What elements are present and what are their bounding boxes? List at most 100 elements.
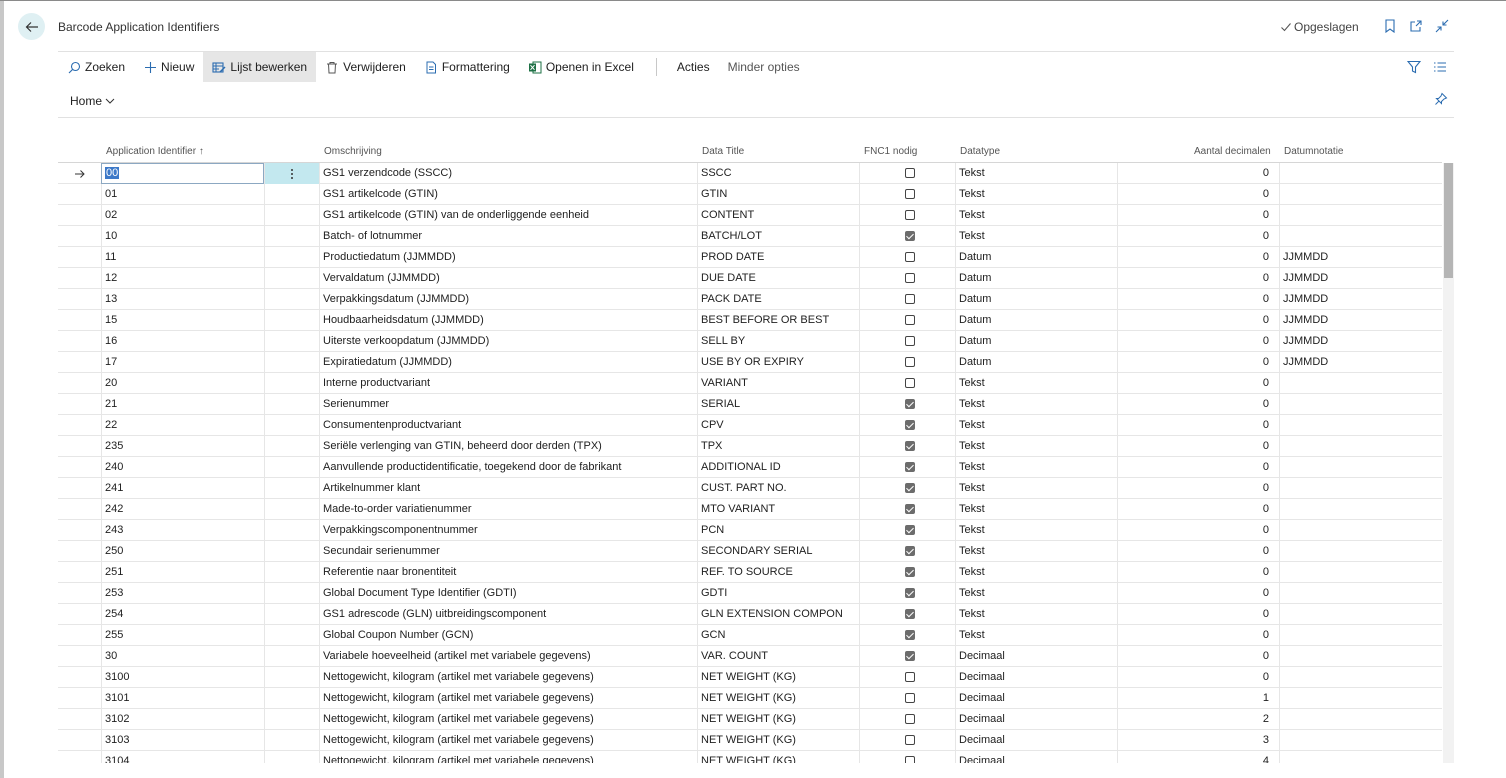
data-title-cell[interactable]: BEST BEFORE OR BEST [697, 310, 859, 331]
data-title-cell[interactable]: GTIN [697, 184, 859, 205]
row-indicator[interactable] [58, 499, 101, 520]
date-format-cell[interactable] [1279, 499, 1442, 520]
decimals-cell[interactable]: 0 [1117, 268, 1279, 289]
description-cell[interactable]: Expiratiedatum (JJMMDD) [319, 352, 697, 373]
description-cell[interactable]: Uiterste verkoopdatum (JJMMDD) [319, 331, 697, 352]
search-button[interactable]: Zoeken [58, 52, 134, 82]
date-format-cell[interactable] [1279, 751, 1442, 763]
datatype-cell[interactable]: Tekst [955, 520, 1117, 541]
fnc1-cell[interactable] [859, 457, 955, 478]
row-indicator[interactable] [58, 751, 101, 763]
datatype-cell[interactable]: Datum [955, 289, 1117, 310]
row-indicator[interactable] [58, 394, 101, 415]
table-row[interactable]: 251 Referentie naar bronentiteit REF. TO S… [58, 562, 1442, 583]
description-cell[interactable]: Referentie naar bronentiteit [319, 562, 697, 583]
pin-button[interactable] [1434, 92, 1448, 106]
fnc1-cell[interactable] [859, 604, 955, 625]
description-cell[interactable]: Nettogewicht, kilogram (artikel met vari… [319, 730, 697, 751]
description-cell[interactable]: Verpakkingsdatum (JJMMDD) [319, 289, 697, 310]
data-title-cell[interactable]: MTO VARIANT [697, 499, 859, 520]
description-cell[interactable]: Vervaldatum (JJMMDD) [319, 268, 697, 289]
row-actions-cell[interactable] [264, 709, 319, 730]
description-cell[interactable]: Nettogewicht, kilogram (artikel met vari… [319, 709, 697, 730]
datatype-cell[interactable]: Tekst [955, 604, 1117, 625]
row-indicator[interactable] [58, 163, 101, 184]
fnc1-checkbox[interactable] [905, 714, 915, 724]
fnc1-cell[interactable] [859, 541, 955, 562]
decimals-cell[interactable]: 0 [1117, 331, 1279, 352]
row-actions-cell[interactable] [264, 625, 319, 646]
column-header-datatype[interactable]: Datatype [960, 146, 1000, 157]
row-actions-cell[interactable] [264, 373, 319, 394]
description-cell[interactable]: Global Coupon Number (GCN) [319, 625, 697, 646]
description-cell[interactable]: GS1 verzendcode (SSCC) [319, 163, 697, 184]
table-row[interactable]: 30 Variabele hoeveelheid (artikel met var… [58, 646, 1442, 667]
data-title-cell[interactable]: CPV [697, 415, 859, 436]
row-indicator[interactable] [58, 205, 101, 226]
ai-cell[interactable]: 235 [101, 436, 264, 457]
table-row[interactable]: 242 Made-to-order variatienummer MTO VARIA… [58, 499, 1442, 520]
datatype-cell[interactable]: Tekst [955, 583, 1117, 604]
description-cell[interactable]: Artikelnummer klant [319, 478, 697, 499]
ai-cell[interactable]: 10 [101, 226, 264, 247]
table-row[interactable]: 3100 Nettogewicht, kilogram (artikel met … [58, 667, 1442, 688]
ai-cell[interactable]: 3101 [101, 688, 264, 709]
datatype-cell[interactable]: Tekst [955, 562, 1117, 583]
row-indicator[interactable] [58, 541, 101, 562]
data-title-cell[interactable]: NET WEIGHT (KG) [697, 751, 859, 763]
ai-cell[interactable]: 254 [101, 604, 264, 625]
data-title-cell[interactable]: SELL BY [697, 331, 859, 352]
fnc1-cell[interactable] [859, 415, 955, 436]
ai-cell[interactable]: 3103 [101, 730, 264, 751]
datatype-cell[interactable]: Tekst [955, 373, 1117, 394]
datatype-cell[interactable]: Tekst [955, 226, 1117, 247]
ai-cell[interactable]: 3102 [101, 709, 264, 730]
decimals-cell[interactable]: 0 [1117, 415, 1279, 436]
decimals-cell[interactable]: 0 [1117, 667, 1279, 688]
fnc1-cell[interactable] [859, 205, 955, 226]
ai-cell[interactable]: 20 [101, 373, 264, 394]
row-actions-cell[interactable] [264, 226, 319, 247]
description-cell[interactable]: Serienummer [319, 394, 697, 415]
description-cell[interactable]: Aanvullende productidentificatie, toegek… [319, 457, 697, 478]
description-cell[interactable]: GS1 artikelcode (GTIN) [319, 184, 697, 205]
description-cell[interactable]: Nettogewicht, kilogram (artikel met vari… [319, 667, 697, 688]
date-format-cell[interactable] [1279, 688, 1442, 709]
row-indicator[interactable] [58, 415, 101, 436]
datatype-cell[interactable]: Tekst [955, 163, 1117, 184]
fnc1-cell[interactable] [859, 331, 955, 352]
datatype-cell[interactable]: Datum [955, 310, 1117, 331]
row-actions-cell[interactable] [264, 205, 319, 226]
fnc1-checkbox[interactable] [905, 567, 915, 577]
row-actions-cell[interactable] [264, 331, 319, 352]
row-actions-cell[interactable] [264, 289, 319, 310]
fnc1-checkbox[interactable] [905, 231, 915, 241]
data-title-cell[interactable]: USE BY OR EXPIRY [697, 352, 859, 373]
tab-home[interactable]: Home [70, 94, 115, 108]
row-actions-cell[interactable] [264, 751, 319, 763]
decimals-cell[interactable]: 4 [1117, 751, 1279, 763]
datatype-cell[interactable]: Tekst [955, 394, 1117, 415]
date-format-cell[interactable] [1279, 730, 1442, 751]
fnc1-cell[interactable] [859, 520, 955, 541]
column-header-data-title[interactable]: Data Title [702, 146, 744, 157]
table-row[interactable]: 235 Seriële verlenging van GTIN, beheerd … [58, 436, 1442, 457]
row-indicator[interactable] [58, 352, 101, 373]
description-cell[interactable]: Nettogewicht, kilogram (artikel met vari… [319, 751, 697, 763]
table-row[interactable]: 15 Houdbaarheidsdatum (JJMMDD) BEST BEFORE… [58, 310, 1442, 331]
data-title-cell[interactable]: GDTI [697, 583, 859, 604]
ai-cell[interactable]: 17 [101, 352, 264, 373]
table-row[interactable]: 11 Productiedatum (JJMMDD) PROD DATE Datum 0… [58, 247, 1442, 268]
description-cell[interactable]: Seriële verlenging van GTIN, beheerd doo… [319, 436, 697, 457]
data-title-cell[interactable]: SSCC [697, 163, 859, 184]
ai-cell[interactable]: 01 [101, 184, 264, 205]
row-actions-cell[interactable] [264, 667, 319, 688]
fnc1-cell[interactable] [859, 226, 955, 247]
datatype-cell[interactable]: Tekst [955, 457, 1117, 478]
data-title-cell[interactable]: GCN [697, 625, 859, 646]
ai-cell[interactable]: 02 [101, 205, 264, 226]
description-cell[interactable]: GS1 artikelcode (GTIN) van de onderligge… [319, 205, 697, 226]
table-row[interactable]: 254 GS1 adrescode (GLN) uitbreidingscompo… [58, 604, 1442, 625]
fnc1-cell[interactable] [859, 667, 955, 688]
table-row[interactable]: 20 Interne productvariant VARIANT Tekst 0 [58, 373, 1442, 394]
